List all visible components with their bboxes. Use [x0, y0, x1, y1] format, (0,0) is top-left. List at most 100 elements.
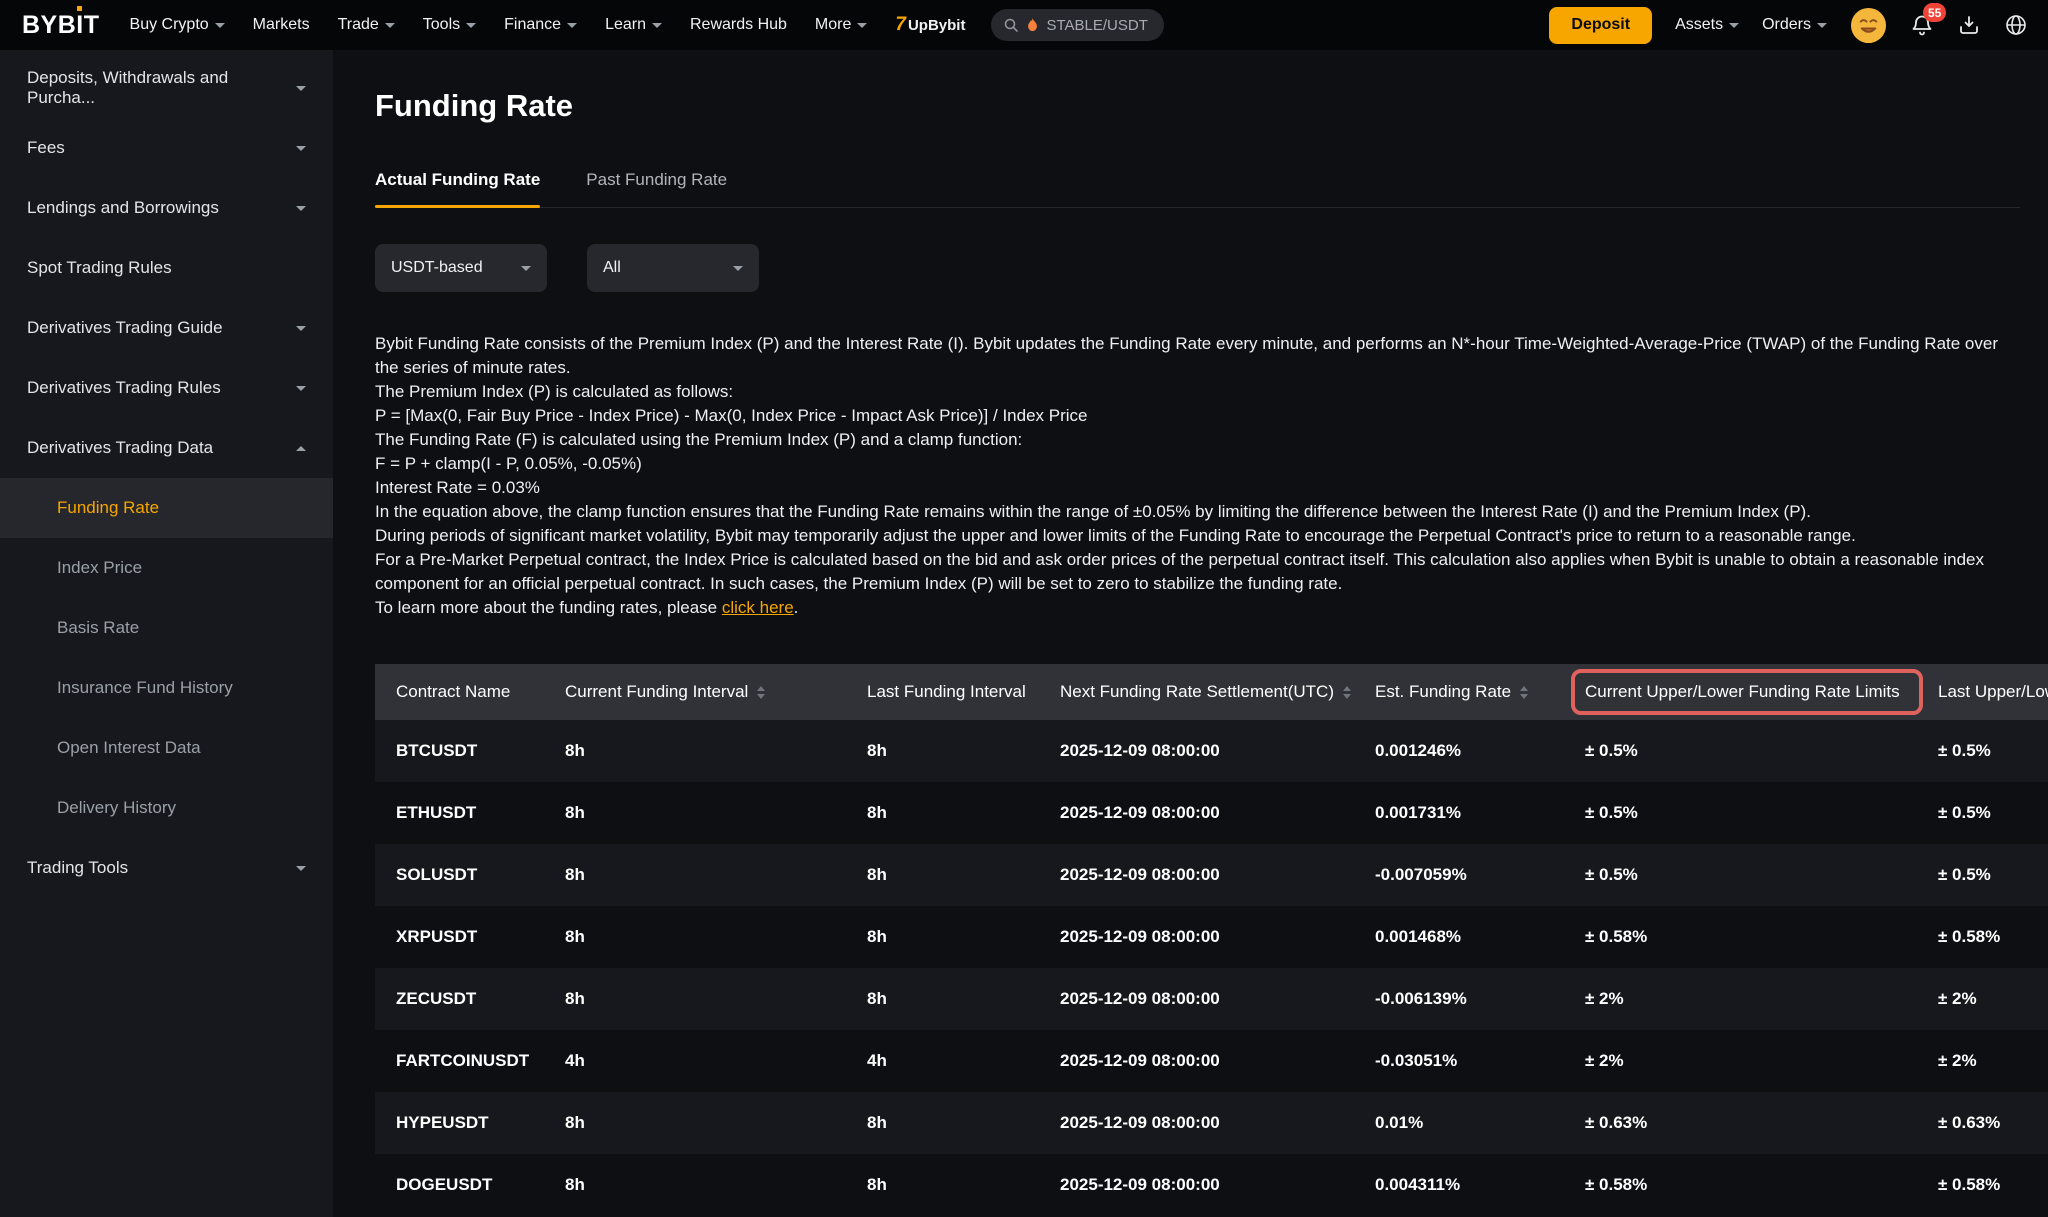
navbar-right-group: Deposit Assets Orders 55 — [1549, 7, 2028, 44]
sidebar-subitem-open-interest-data[interactable]: Open Interest Data — [0, 718, 333, 778]
footer-text: . — [794, 598, 799, 617]
cell-last-interval: 8h — [867, 782, 1060, 844]
sidebar-label: Trading Tools — [27, 858, 128, 878]
sidebar-label: Derivatives Trading Rules — [27, 378, 221, 398]
sidebar-label: Spot Trading Rules — [27, 258, 172, 278]
sidebar-item-derivatives-trading-rules[interactable]: Derivatives Trading Rules — [0, 358, 333, 418]
notification-badge: 55 — [1923, 3, 1946, 22]
cell-est-rate: -0.007059% — [1375, 844, 1585, 906]
tab-past-funding-rate[interactable]: Past Funding Rate — [586, 170, 727, 207]
nav-label: Finance — [504, 16, 561, 34]
chevron-down-icon — [296, 386, 306, 391]
language-button[interactable] — [2004, 13, 2028, 37]
logo-part: BYB — [22, 11, 76, 40]
cell-current-interval: 4h — [565, 1030, 867, 1092]
cell-last-interval: 4h — [867, 1030, 1060, 1092]
click-here-link[interactable]: click here — [722, 598, 794, 617]
orders-menu[interactable]: Orders — [1762, 16, 1827, 34]
sidebar-subitem-insurance-fund-history[interactable]: Insurance Fund History — [0, 658, 333, 718]
cell-current-interval: 8h — [565, 782, 867, 844]
column-label: Est. Funding Rate — [1375, 682, 1511, 702]
nav-item-tools[interactable]: Tools — [423, 16, 476, 34]
upbybit-seven-icon: 7 — [895, 14, 906, 36]
description-line: F = P + clamp(I - P, 0.05%, -0.05%) — [375, 452, 2020, 476]
sidebar-item-fees[interactable]: Fees — [0, 118, 333, 178]
cell-next-settlement: 2025-12-09 08:00:00 — [1060, 1154, 1375, 1216]
deposit-button[interactable]: Deposit — [1549, 7, 1652, 44]
column-label: Current Upper/Lower Funding Rate Limits — [1585, 682, 1900, 702]
upbybit-link[interactable]: 7 UpBybit — [895, 14, 965, 36]
cell-next-settlement: 2025-12-09 08:00:00 — [1060, 968, 1375, 1030]
cell-last-interval: 8h — [867, 906, 1060, 968]
cell-next-settlement: 2025-12-09 08:00:00 — [1060, 720, 1375, 782]
description-line: P = [Max(0, Fair Buy Price - Index Price… — [375, 404, 2020, 428]
search-input[interactable]: STABLE/USDT — [991, 9, 1163, 41]
cell-last-limits: ± 2% — [1938, 1030, 2048, 1092]
col-next-funding-settlement[interactable]: Next Funding Rate Settlement(UTC) — [1060, 664, 1375, 720]
bybit-logo[interactable]: BYBIT — [22, 11, 100, 40]
cell-current-limits: ± 2% — [1585, 1030, 1938, 1092]
sidebar-subitem-basis-rate[interactable]: Basis Rate — [0, 598, 333, 658]
description-line: In the equation above, the clamp functio… — [375, 500, 2020, 524]
logo-part: T — [84, 11, 100, 40]
column-label: Current Funding Interval — [565, 682, 748, 702]
sidebar-item-lendings-borrowings[interactable]: Lendings and Borrowings — [0, 178, 333, 238]
nav-item-learn[interactable]: Learn — [605, 16, 662, 34]
cell-last-limits: ± 0.58% — [1938, 1154, 2048, 1216]
sort-icon[interactable] — [1520, 686, 1528, 699]
nav-label: Rewards Hub — [690, 16, 787, 34]
sidebar-label: Derivatives Trading Guide — [27, 318, 223, 338]
tab-bar: Actual Funding Rate Past Funding Rate — [375, 170, 2020, 208]
flame-icon — [1026, 17, 1039, 33]
nav-item-rewards-hub[interactable]: Rewards Hub — [690, 16, 787, 34]
chevron-down-icon — [466, 23, 476, 28]
cell-est-rate: -0.03051% — [1375, 1030, 1585, 1092]
cell-current-limits: ± 0.5% — [1585, 720, 1938, 782]
search-hot-pair: STABLE/USDT — [1046, 17, 1147, 34]
col-est-funding-rate[interactable]: Est. Funding Rate — [1375, 664, 1585, 720]
nav-item-markets[interactable]: Markets — [253, 16, 310, 34]
cell-contract: DOGEUSDT — [375, 1154, 565, 1216]
sidebar-item-derivatives-trading-data[interactable]: Derivatives Trading Data — [0, 418, 333, 478]
table-header-row: Contract Name Current Funding Interval L… — [375, 664, 2048, 720]
column-label: Contract Name — [396, 682, 510, 702]
sort-icon[interactable] — [757, 686, 765, 699]
notification-bell[interactable]: 55 — [1910, 12, 1934, 38]
nav-item-more[interactable]: More — [815, 16, 867, 34]
cell-contract: ETHUSDT — [375, 782, 565, 844]
sidebar-item-spot-trading-rules[interactable]: Spot Trading Rules — [0, 238, 333, 298]
cell-contract: XRPUSDT — [375, 906, 565, 968]
assets-menu[interactable]: Assets — [1675, 16, 1739, 34]
sidebar-label: Fees — [27, 138, 65, 158]
settle-coin-select[interactable]: USDT-based — [375, 244, 547, 292]
sidebar-item-derivatives-trading-guide[interactable]: Derivatives Trading Guide — [0, 298, 333, 358]
table-row: ETHUSDT8h8h2025-12-09 08:00:000.001731%±… — [375, 782, 2048, 844]
footer-text: To learn more about the funding rates, p… — [375, 598, 722, 617]
avatar[interactable] — [1850, 7, 1887, 44]
sidebar-subitem-funding-rate[interactable]: Funding Rate — [0, 478, 333, 538]
chevron-up-icon — [296, 446, 306, 451]
sort-icon[interactable] — [1343, 686, 1351, 699]
nav-item-finance[interactable]: Finance — [504, 16, 577, 34]
nav-item-trade[interactable]: Trade — [338, 16, 395, 34]
cell-last-interval: 8h — [867, 844, 1060, 906]
contract-type-select[interactable]: All — [587, 244, 759, 292]
table-row: XRPUSDT8h8h2025-12-09 08:00:000.001468%±… — [375, 906, 2048, 968]
cell-est-rate: 0.01% — [1375, 1092, 1585, 1154]
cell-est-rate: 0.004311% — [1375, 1154, 1585, 1216]
column-label: Next Funding Rate Settlement(UTC) — [1060, 682, 1334, 702]
sidebar-subitem-delivery-history[interactable]: Delivery History — [0, 778, 333, 838]
search-icon — [1003, 17, 1019, 33]
funding-rate-table: Contract Name Current Funding Interval L… — [375, 664, 2048, 1216]
tab-actual-funding-rate[interactable]: Actual Funding Rate — [375, 170, 540, 207]
chevron-down-icon — [296, 326, 306, 331]
nav-item-buy-crypto[interactable]: Buy Crypto — [130, 16, 225, 34]
nav-label: Orders — [1762, 16, 1811, 34]
sidebar-item-deposits-withdrawals[interactable]: Deposits, Withdrawals and Purcha... — [0, 58, 333, 118]
sidebar-subitem-index-price[interactable]: Index Price — [0, 538, 333, 598]
download-app-button[interactable] — [1957, 13, 1981, 37]
table-row: FARTCOINUSDT4h4h2025-12-09 08:00:00-0.03… — [375, 1030, 2048, 1092]
description-line: The Funding Rate (F) is calculated using… — [375, 428, 2020, 452]
sidebar-item-trading-tools[interactable]: Trading Tools — [0, 838, 333, 898]
col-current-funding-interval[interactable]: Current Funding Interval — [565, 664, 867, 720]
